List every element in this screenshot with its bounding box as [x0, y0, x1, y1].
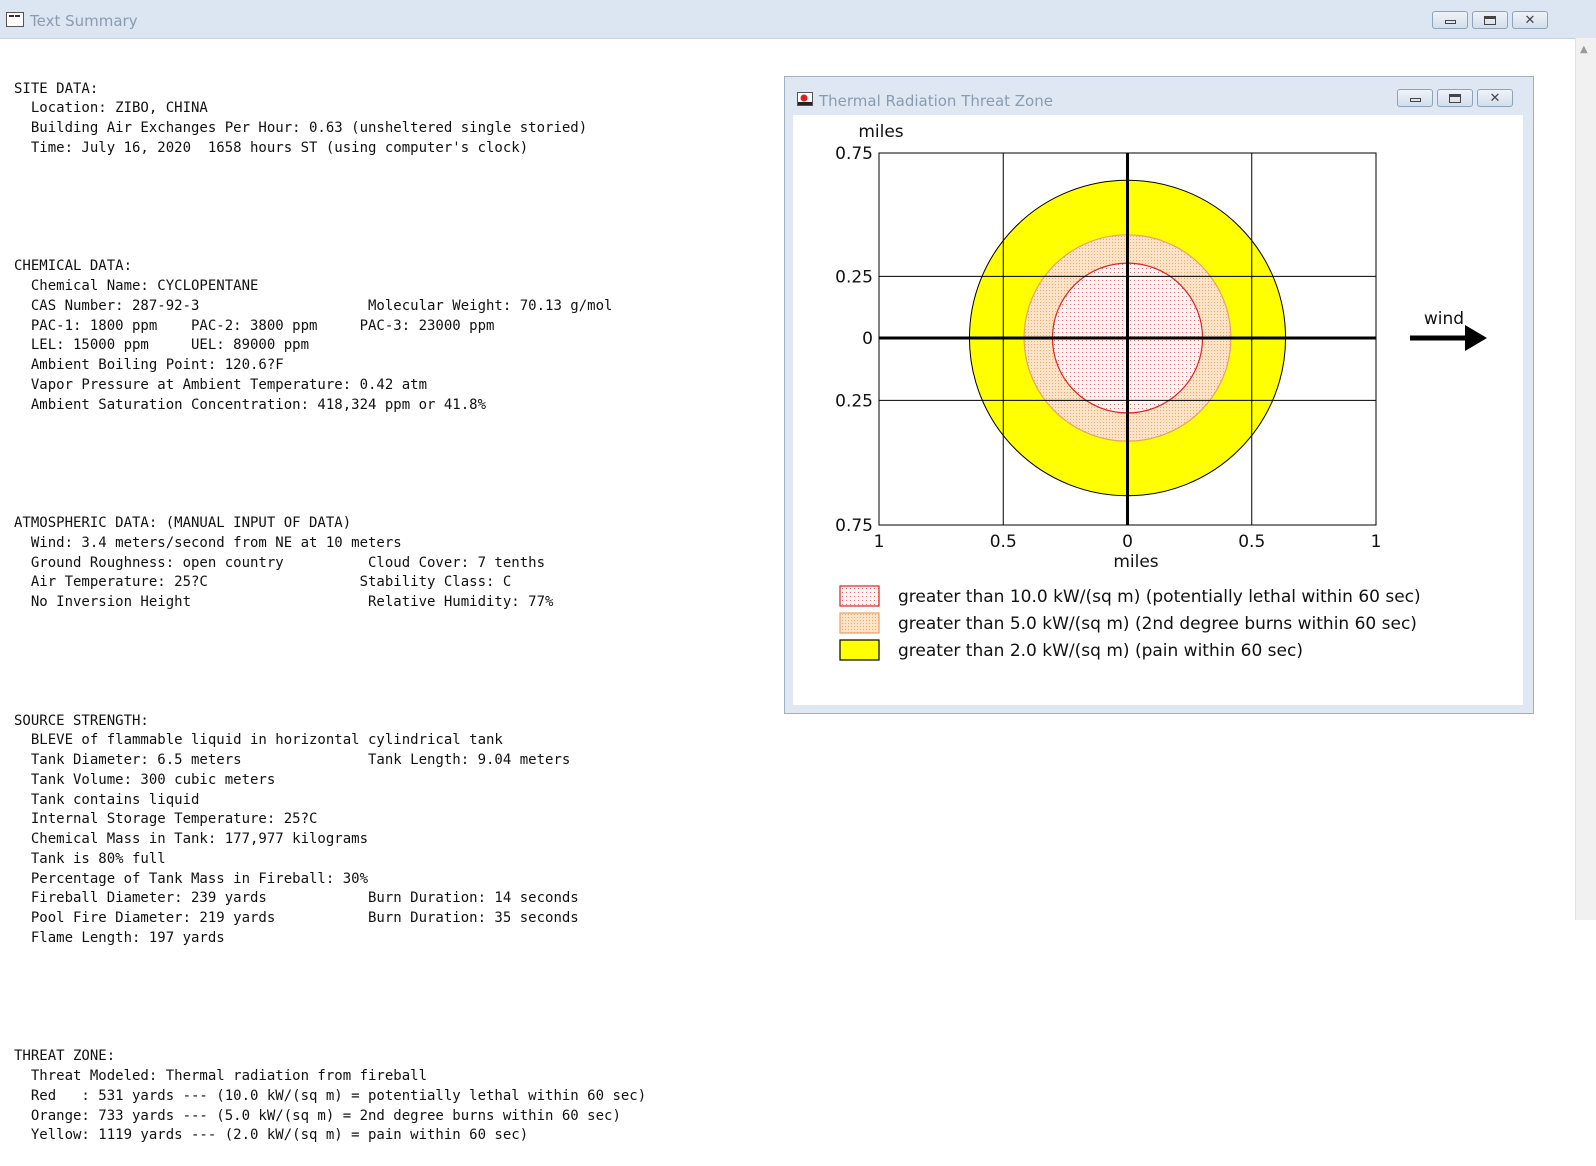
summary-line: Tank is 80% full: [14, 850, 166, 867]
section-heading: ATMOSPHERIC DATA: (MANUAL INPUT OF DATA): [14, 515, 352, 531]
summary-line: Wind: 3.4 meters/second from NE at 10 me…: [14, 534, 402, 551]
legend-swatch-red-zone: [839, 585, 880, 607]
wind-label: wind: [1424, 309, 1464, 329]
summary-line: Pool Fire Diameter: 219 yards Burn Durat…: [14, 910, 579, 926]
summary-line: Red : 531 yards --- (10.0 kW/(sq m) = po…: [14, 1087, 647, 1104]
x-tick-label: 1: [1371, 532, 1382, 552]
legend-label: greater than 10.0 kW/(sq m) (potentially…: [898, 587, 1421, 607]
source-strength-section: SOURCE STRENGTH: BLEVE of flammable liqu…: [14, 712, 646, 949]
restore-icon: [1484, 15, 1496, 25]
x-tick-label: 0.5: [990, 532, 1017, 552]
summary-line: Ambient Saturation Concentration: 418,32…: [14, 396, 487, 413]
section-heading: CHEMICAL DATA:: [14, 258, 133, 275]
summary-line: Tank contains liquid: [14, 791, 200, 808]
maximize-button[interactable]: [1472, 11, 1508, 29]
summary-line: LEL: 15000 ppm UEL: 89000 ppm: [14, 337, 310, 354]
summary-line: Flame Length: 197 yards: [14, 929, 225, 946]
summary-line: Threat Modeled: Thermal radiation from f…: [14, 1068, 428, 1084]
close-button[interactable]: ✕: [1512, 11, 1548, 29]
summary-line: Vapor Pressure at Ambient Temperature: 0…: [14, 376, 428, 393]
text-summary-content: SITE DATA: Location: ZIBO, CHINA Buildin…: [14, 40, 646, 1166]
window-title: Text Summary: [30, 12, 138, 30]
wind-arrow-icon: [1465, 325, 1487, 351]
chemical-data-section: CHEMICAL DATA: Chemical Name: CYCLOPENTA…: [14, 257, 646, 415]
y-tick-label: 0.75: [835, 144, 873, 164]
summary-line: Location: ZIBO, CHINA: [14, 100, 208, 117]
close-icon: ✕: [1524, 12, 1536, 28]
atmospheric-data-section: ATMOSPHERIC DATA: (MANUAL INPUT OF DATA)…: [14, 514, 646, 613]
threat-zone-app-icon[interactable]: [797, 92, 813, 106]
minimize-icon: [1444, 20, 1456, 24]
section-heading: SOURCE STRENGTH:: [14, 712, 149, 729]
y-tick-label: 0.25: [835, 391, 873, 411]
y-tick-label: 0.25: [835, 267, 873, 287]
threat-zone-section: THREAT ZONE: Threat Modeled: Thermal rad…: [14, 1047, 646, 1146]
summary-line: Building Air Exchanges Per Hour: 0.63 (u…: [14, 120, 588, 136]
section-heading: THREAT ZONE:: [14, 1048, 116, 1065]
close-icon: ✕: [1489, 90, 1501, 106]
summary-line: Chemical Mass in Tank: 177,977 kilograms: [14, 831, 369, 847]
y-tick-label: 0: [862, 329, 873, 349]
summary-line: Yellow: 1119 yards --- (2.0 kW/(sq m) = …: [14, 1127, 529, 1144]
summary-line: No Inversion Height Relative Humidity: 7…: [14, 594, 554, 610]
site-data-section: SITE DATA: Location: ZIBO, CHINA Buildin…: [14, 80, 646, 159]
minimize-icon: [1409, 98, 1421, 102]
minimize-button[interactable]: [1432, 11, 1468, 29]
threat-zone-window[interactable]: Thermal Radiation Threat Zone ✕ 1 0.5 0 0.5…: [784, 76, 1534, 714]
chart-close-button[interactable]: ✕: [1477, 89, 1513, 107]
summary-line: Time: July 16, 2020 1658 hours ST (using…: [14, 139, 529, 156]
chart-title-bar[interactable]: Thermal Radiation Threat Zone ✕: [785, 77, 1533, 115]
chart-maximize-button[interactable]: [1437, 89, 1473, 107]
wind-indicator: wind: [1410, 309, 1487, 351]
legend-label: greater than 2.0 kW/(sq m) (pain within …: [898, 641, 1303, 661]
summary-line: Tank Diameter: 6.5 meters Tank Length: 9…: [14, 752, 571, 768]
threat-zone-chart: 1 0.5 0 0.5 10.750.2500.250.75 miles miles w…: [835, 122, 1487, 661]
x-tick-label: 1: [874, 532, 885, 552]
summary-line: Ground Roughness: open country Cloud Cov…: [14, 554, 546, 571]
chart-minimize-button[interactable]: [1397, 89, 1433, 107]
legend-swatch-orange-zone: [839, 612, 880, 634]
summary-line: Tank Volume: 300 cubic meters: [14, 771, 276, 788]
vertical-scrollbar[interactable]: ▲: [1575, 38, 1596, 920]
legend-swatch-yellow-zone: [839, 639, 880, 661]
legend-label: greater than 5.0 kW/(sq m) (2nd degree b…: [898, 614, 1417, 634]
x-tick-label: 0.5: [1238, 532, 1265, 552]
app-system-icon[interactable]: [6, 12, 24, 27]
summary-line: Air Temperature: 25?C Stability Class: C: [14, 574, 512, 591]
summary-line: CAS Number: 287-92-3 Molecular Weight: 7…: [14, 297, 613, 314]
scroll-up-arrow-icon[interactable]: ▲: [1580, 44, 1588, 55]
summary-line: PAC-1: 1800 ppm PAC-2: 3800 ppm PAC-3: 2…: [14, 317, 495, 334]
summary-line: Fireball Diameter: 239 yards Burn Durati…: [14, 890, 579, 907]
section-heading: SITE DATA:: [14, 80, 99, 97]
summary-line: Chemical Name: CYCLOPENTANE: [14, 278, 259, 294]
y-tick-label: 0.75: [835, 516, 873, 536]
chart-window-title: Thermal Radiation Threat Zone: [819, 92, 1053, 110]
summary-line: Percentage of Tank Mass in Fireball: 30%: [14, 870, 369, 887]
y-axis-label: miles: [858, 122, 903, 142]
main-title-bar[interactable]: Text Summary ✕: [0, 0, 1596, 39]
chart-client-area: 1 0.5 0 0.5 1 0.75 0.25 0 0.25 0.75 miles miles w…: [793, 115, 1523, 705]
summary-line: Orange: 733 yards --- (5.0 kW/(sq m) = 2…: [14, 1107, 621, 1124]
restore-icon: [1449, 93, 1461, 103]
summary-line: Ambient Boiling Point: 120.6?F: [14, 357, 284, 373]
summary-line: BLEVE of flammable liquid in horizontal …: [14, 732, 503, 749]
summary-line: Internal Storage Temperature: 25?C: [14, 811, 318, 828]
x-axis-label: miles: [1113, 552, 1158, 572]
x-tick-label: 0: [1122, 532, 1133, 552]
